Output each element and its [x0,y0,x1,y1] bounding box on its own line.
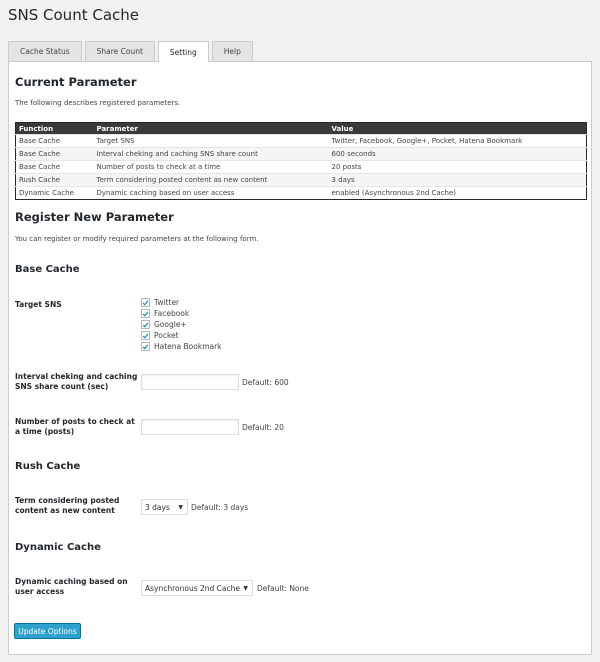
update-options-button[interactable]: Update Options [14,623,81,639]
base-cache-heading: Base Cache [15,264,80,275]
register-parameter-heading: Register New Parameter [15,210,174,224]
term-select[interactable]: 3 days ▼ [141,499,188,515]
column-header-parameter: Parameter [93,122,329,135]
table-row: Base Cache Number of posts to check at a… [15,160,587,174]
table-row: Rush Cache Term considering posted conte… [15,173,587,187]
table-cell: Interval cheking and caching SNS share c… [93,147,329,161]
table-row: Dynamic Cache Dynamic caching based on u… [15,186,587,200]
dynamic-label-line: user access [15,587,65,596]
checkbox-label: Facebook [154,309,190,318]
table-cell: Base Cache [15,147,94,161]
current-parameter-description: The following describes registered param… [15,99,181,107]
dynamic-label-line: Dynamic caching based on [15,577,128,586]
table-cell: Twitter, Facebook, Google+, Pocket, Hate… [328,134,587,148]
nav-tabs: Cache Status Share Count Setting Help [8,41,256,62]
table-cell: Base Cache [15,134,94,148]
table-cell: Term considering posted content as new c… [93,173,329,187]
checkbox-pocket[interactable]: Pocket [141,330,222,341]
table-cell: Dynamic Cache [15,186,94,200]
checkbox-twitter[interactable]: Twitter [141,297,222,308]
tab-setting[interactable]: Setting [157,41,209,62]
table-cell: Rush Cache [15,173,94,187]
table-row: Base Cache Interval cheking and caching … [15,147,587,161]
dynamic-cache-select-value: Asynchronous 2nd Cache [145,583,240,593]
posts-default-text: Default: 20 [242,423,284,432]
target-sns-checkboxes: Twitter Facebook Google+ Pocket Hatena B… [141,297,222,352]
table-header-row: Function Parameter Value [15,122,587,135]
tab-share-count[interactable]: Share Count [84,41,155,61]
dropdown-arrow-icon: ▼ [178,504,183,511]
interval-input[interactable] [141,374,239,390]
table-cell: 3 days [328,173,587,187]
term-label: Term considering posted content as new c… [15,496,119,516]
target-sns-label: Target SNS [15,300,62,309]
table-cell: Base Cache [15,160,94,174]
page-title: SNS Count Cache [8,6,139,24]
table-cell: Dynamic caching based on user access [93,186,329,200]
checkbox-google-plus[interactable]: Google+ [141,319,222,330]
interval-default-text: Default: 600 [242,378,289,387]
checkbox-checked-icon[interactable] [141,331,150,340]
register-parameter-description: You can register or modify required para… [15,235,259,243]
column-header-value: Value [328,122,587,135]
checkbox-label: Google+ [154,320,187,329]
tab-help[interactable]: Help [211,41,253,61]
tab-cache-status[interactable]: Cache Status [8,41,82,61]
interval-label: Interval cheking and caching SNS share c… [15,372,137,392]
checkbox-label: Twitter [154,298,180,307]
rush-cache-heading: Rush Cache [15,461,81,472]
column-header-function: Function [15,122,94,135]
checkbox-checked-icon[interactable] [141,298,150,307]
table-cell: Number of posts to check at a time [93,160,329,174]
term-default-text: Default: 3 days [191,503,249,512]
posts-label-line: Number of posts to check at [15,417,135,426]
checkbox-label: Pocket [154,331,179,340]
dynamic-cache-select[interactable]: Asynchronous 2nd Cache ▼ [141,580,253,596]
interval-label-line: Interval cheking and caching [15,372,138,381]
parameters-table: Function Parameter Value Base Cache Targ… [15,122,587,200]
table-cell: Target SNS [93,134,329,148]
settings-panel: Current Parameter The following describe… [8,61,592,655]
dynamic-cache-heading: Dynamic Cache [15,542,101,553]
interval-label-line: SNS share count (sec) [15,382,109,391]
checkbox-checked-icon[interactable] [141,320,150,329]
table-row: Base Cache Target SNS Twitter, Facebook,… [15,134,587,148]
checkbox-hatena-bookmark[interactable]: Hatena Bookmark [141,341,222,352]
dynamic-default-text: Default: None [257,584,309,593]
term-label-line: Term considering posted [15,496,120,505]
table-cell: 600 seconds [328,147,587,161]
term-select-value: 3 days [145,502,170,512]
current-parameter-heading: Current Parameter [15,75,137,89]
checkbox-checked-icon[interactable] [141,309,150,318]
posts-label: Number of posts to check at a time (post… [15,417,135,437]
dropdown-arrow-icon: ▼ [243,585,248,592]
term-label-line: content as new content [15,506,115,515]
checkbox-label: Hatena Bookmark [154,342,222,351]
posts-label-line: a time (posts) [15,427,75,436]
posts-input[interactable] [141,419,239,435]
checkbox-facebook[interactable]: Facebook [141,308,222,319]
table-cell: enabled (Asynchronous 2nd Cache) [328,186,587,200]
checkbox-checked-icon[interactable] [141,342,150,351]
dynamic-label: Dynamic caching based on user access [15,577,128,597]
table-cell: 20 posts [328,160,587,174]
